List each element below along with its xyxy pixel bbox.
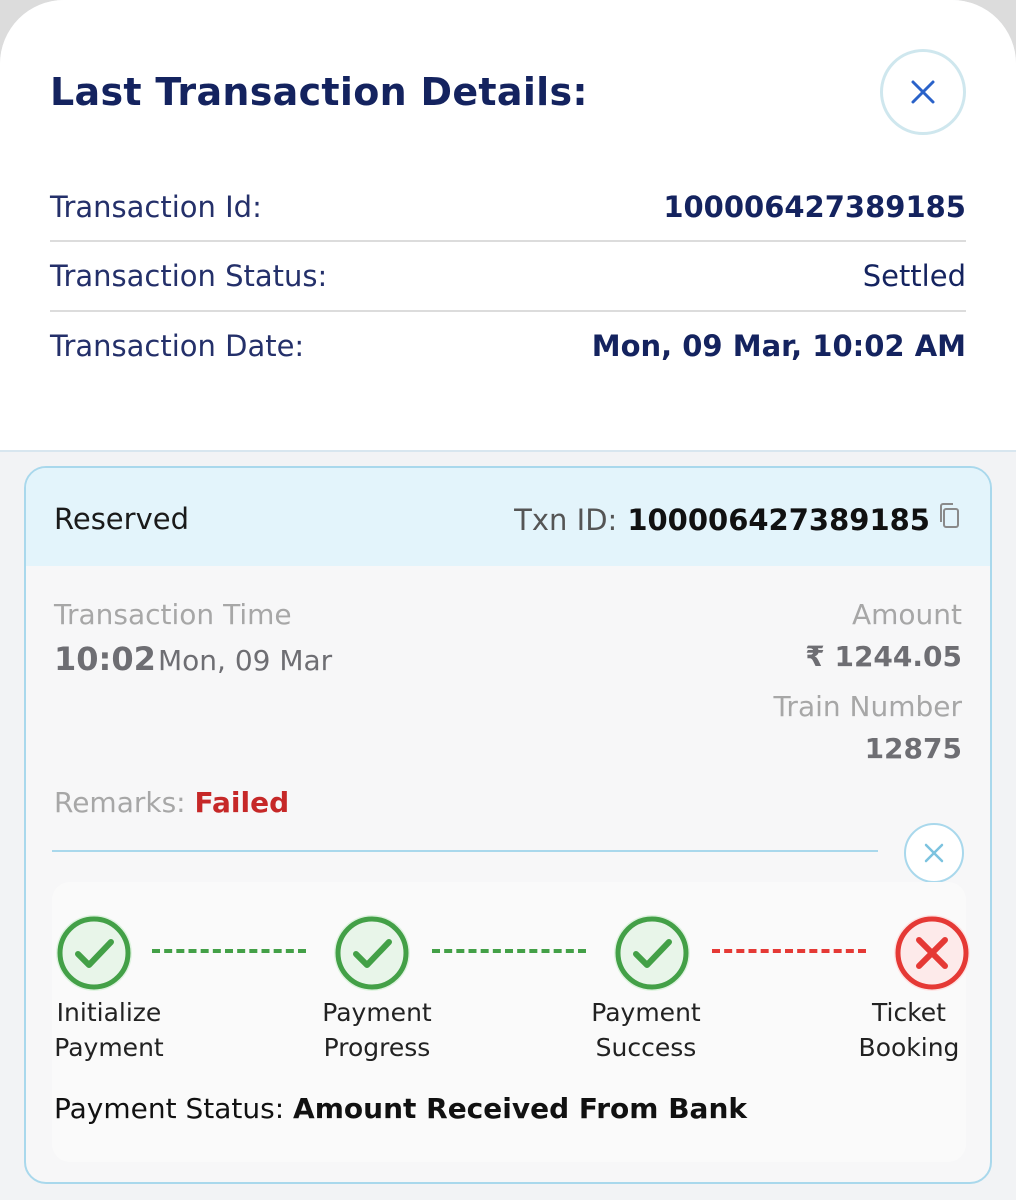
cross-circle-icon [894, 915, 970, 991]
amount-label: Amount [851, 598, 962, 631]
train-number-value: 12875 [864, 732, 962, 765]
transaction-card: Reserved Txn ID: 100006427389185 Transac… [24, 466, 992, 1184]
card-header: Reserved Txn ID: 100006427389185 [26, 468, 990, 566]
collapse-timeline-button[interactable] [904, 823, 964, 883]
close-icon [911, 80, 935, 104]
step-label-line: Payment [322, 998, 432, 1027]
booking-type: Reserved [54, 502, 189, 536]
txn-id-group: Txn ID: 100006427389185 [514, 502, 962, 537]
step-label: Payment Progress [302, 995, 452, 1065]
detail-value: Mon, 09 Mar, 10:02 AM [591, 329, 966, 363]
transaction-date: Mon, 09 Mar [158, 644, 333, 677]
check-circle-icon [614, 915, 690, 991]
detail-label: Transaction Id: [50, 190, 262, 224]
remarks-label: Remarks: [54, 786, 186, 819]
remarks: Remarks: Failed [54, 786, 289, 819]
timeline-toggle-line [52, 850, 878, 852]
detail-row-transaction-status: Transaction Status: Settled [50, 241, 966, 311]
step-connector [152, 949, 306, 953]
transaction-details-sheet: Last Transaction Details: Transaction Id… [0, 0, 1016, 1200]
detail-label: Transaction Date: [50, 329, 305, 363]
step-label-line: Payment [54, 1033, 164, 1062]
train-number-label: Train Number [773, 690, 962, 723]
step-label-line: Payment [591, 998, 701, 1027]
step-label-line: Booking [858, 1033, 960, 1062]
detail-row-transaction-date: Transaction Date: Mon, 09 Mar, 10:02 AM [50, 311, 966, 381]
step-label-line: Success [595, 1033, 697, 1062]
payment-status: Payment Status: Amount Received From Ban… [54, 1092, 747, 1125]
transaction-time-label: Transaction Time [54, 598, 292, 631]
txn-id-value: 100006427389185 [627, 502, 930, 537]
step-label: Initialize Payment [34, 995, 184, 1065]
step-label-line: Initialize [56, 998, 162, 1027]
remarks-value: Failed [194, 786, 290, 819]
check-circle-icon [56, 915, 132, 991]
copy-icon [940, 503, 959, 528]
step-connector [712, 949, 866, 953]
page-title: Last Transaction Details: [50, 70, 588, 114]
copy-button[interactable] [936, 502, 962, 537]
detail-row-transaction-id: Transaction Id: 100006427389185 [50, 172, 966, 242]
check-circle-icon [334, 915, 410, 991]
step-label-line: Ticket [872, 998, 946, 1027]
detail-value: Settled [862, 259, 966, 293]
step-connector [432, 949, 586, 953]
close-icon [924, 843, 944, 863]
payment-status-value: Amount Received From Bank [293, 1092, 747, 1125]
amount-value: ₹ 1244.05 [805, 640, 962, 673]
step-label: Payment Success [571, 995, 721, 1065]
step-label: Ticket Booking [834, 995, 984, 1065]
payment-status-label: Payment Status: [54, 1092, 285, 1125]
close-button[interactable] [880, 49, 966, 135]
details-panel: Last Transaction Details: Transaction Id… [0, 0, 1016, 452]
txn-id-label: Txn ID: [514, 502, 618, 537]
transaction-time: 10:02 [54, 640, 156, 678]
step-label-line: Progress [323, 1033, 431, 1062]
detail-value: 100006427389185 [663, 190, 966, 224]
detail-label: Transaction Status: [50, 259, 328, 293]
